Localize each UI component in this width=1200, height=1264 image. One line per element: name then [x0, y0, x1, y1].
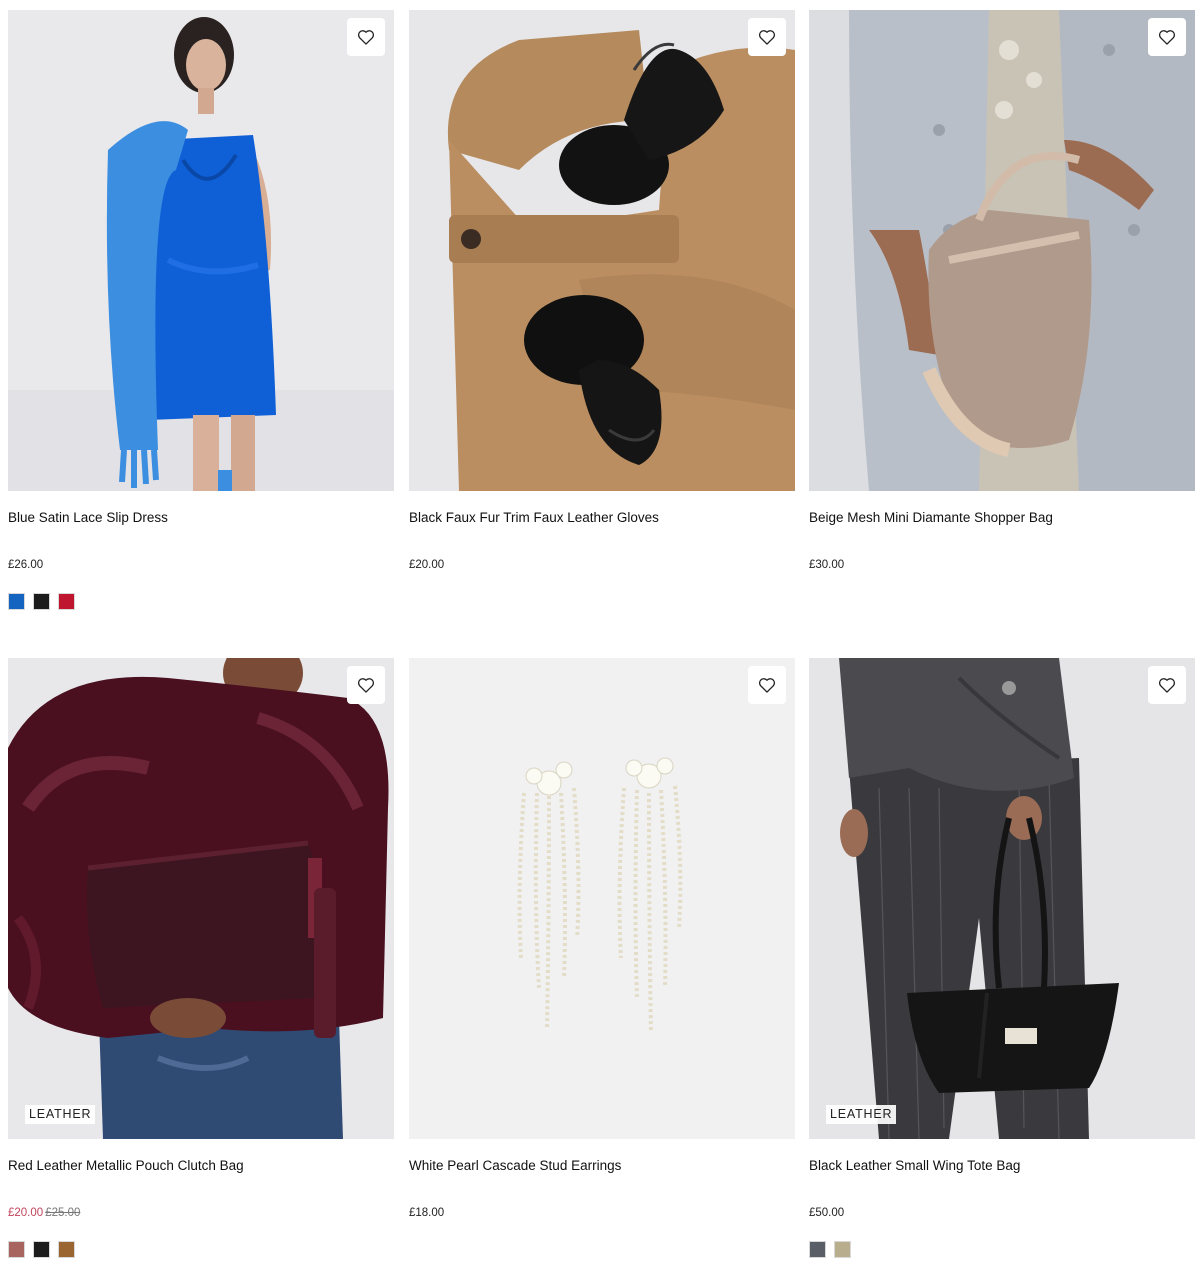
gloves-coat-image [409, 10, 795, 491]
pearl-earrings-image [409, 658, 795, 1139]
color-swatches [809, 593, 1195, 610]
product-image[interactable]: LEATHER [809, 658, 1195, 1139]
color-swatches [8, 593, 394, 610]
product-image[interactable]: LEATHER [8, 658, 394, 1139]
product-image[interactable] [809, 10, 1195, 491]
wishlist-button[interactable] [1148, 18, 1186, 56]
product-price: £26.00 [8, 558, 394, 572]
model-tote-bag-image [809, 658, 1195, 1139]
model-fur-clutch-image [8, 658, 394, 1139]
color-swatches [8, 1241, 394, 1258]
swatch-beige[interactable] [834, 1241, 851, 1258]
color-swatches [409, 593, 795, 610]
swatch-black[interactable] [33, 1241, 50, 1258]
model-blue-dress-image [8, 10, 394, 491]
product-price: £50.00 [809, 1206, 1195, 1220]
swatch-black[interactable] [33, 593, 50, 610]
price: £50.00 [809, 1207, 845, 1219]
product-price: £20.00 [409, 558, 795, 572]
product-price: £20.00 £25.00 [8, 1206, 394, 1220]
swatch-tan[interactable] [58, 1241, 75, 1258]
product-card-blue-satin-dress[interactable]: Blue Satin Lace Slip Dress £26.00 [8, 10, 394, 610]
price: £30.00 [809, 559, 845, 571]
product-name[interactable]: Beige Mesh Mini Diamante Shopper Bag [809, 510, 1195, 526]
wishlist-button[interactable] [347, 18, 385, 56]
wishlist-button[interactable] [347, 666, 385, 704]
wishlist-button[interactable] [1148, 666, 1186, 704]
material-badge: LEATHER [25, 1105, 96, 1124]
product-card-black-tote[interactable]: LEATHER Black Leather Small Wing Tote Ba… [809, 658, 1195, 1258]
swatch-blue[interactable] [8, 593, 25, 610]
swatch-red[interactable] [58, 593, 75, 610]
product-price: £30.00 [809, 558, 1195, 572]
heart-outline-icon [357, 678, 375, 693]
wishlist-button[interactable] [748, 18, 786, 56]
price: £20.00 [409, 559, 445, 571]
product-name[interactable]: Black Faux Fur Trim Faux Leather Gloves [409, 510, 795, 526]
original-price: £25.00 [45, 1207, 81, 1219]
product-card-beige-mesh-bag[interactable]: Beige Mesh Mini Diamante Shopper Bag £30… [809, 10, 1195, 610]
heart-outline-icon [357, 30, 375, 45]
wishlist-button[interactable] [748, 666, 786, 704]
product-card-red-clutch[interactable]: LEATHER Red Leather Metallic Pouch Clutc… [8, 658, 394, 1258]
product-price: £18.00 [409, 1206, 795, 1220]
sale-price: £20.00 [8, 1207, 44, 1219]
heart-outline-icon [1158, 678, 1176, 693]
product-name[interactable]: White Pearl Cascade Stud Earrings [409, 1158, 795, 1174]
color-swatches [409, 1241, 795, 1258]
heart-outline-icon [758, 30, 776, 45]
product-name[interactable]: Black Leather Small Wing Tote Bag [809, 1158, 1195, 1174]
product-image[interactable] [409, 10, 795, 491]
model-mesh-bag-image [809, 10, 1195, 491]
product-card-black-gloves[interactable]: Black Faux Fur Trim Faux Leather Gloves … [409, 10, 795, 610]
heart-outline-icon [1158, 30, 1176, 45]
swatch-grey[interactable] [809, 1241, 826, 1258]
heart-outline-icon [758, 678, 776, 693]
price: £18.00 [409, 1207, 445, 1219]
product-name[interactable]: Red Leather Metallic Pouch Clutch Bag [8, 1158, 394, 1174]
product-image[interactable] [8, 10, 394, 491]
product-image[interactable] [409, 658, 795, 1139]
price: £26.00 [8, 559, 44, 571]
material-badge: LEATHER [826, 1105, 897, 1124]
product-name[interactable]: Blue Satin Lace Slip Dress [8, 510, 394, 526]
product-card-pearl-earrings[interactable]: White Pearl Cascade Stud Earrings £18.00 [409, 658, 795, 1258]
color-swatches [809, 1241, 1195, 1258]
swatch-rose[interactable] [8, 1241, 25, 1258]
